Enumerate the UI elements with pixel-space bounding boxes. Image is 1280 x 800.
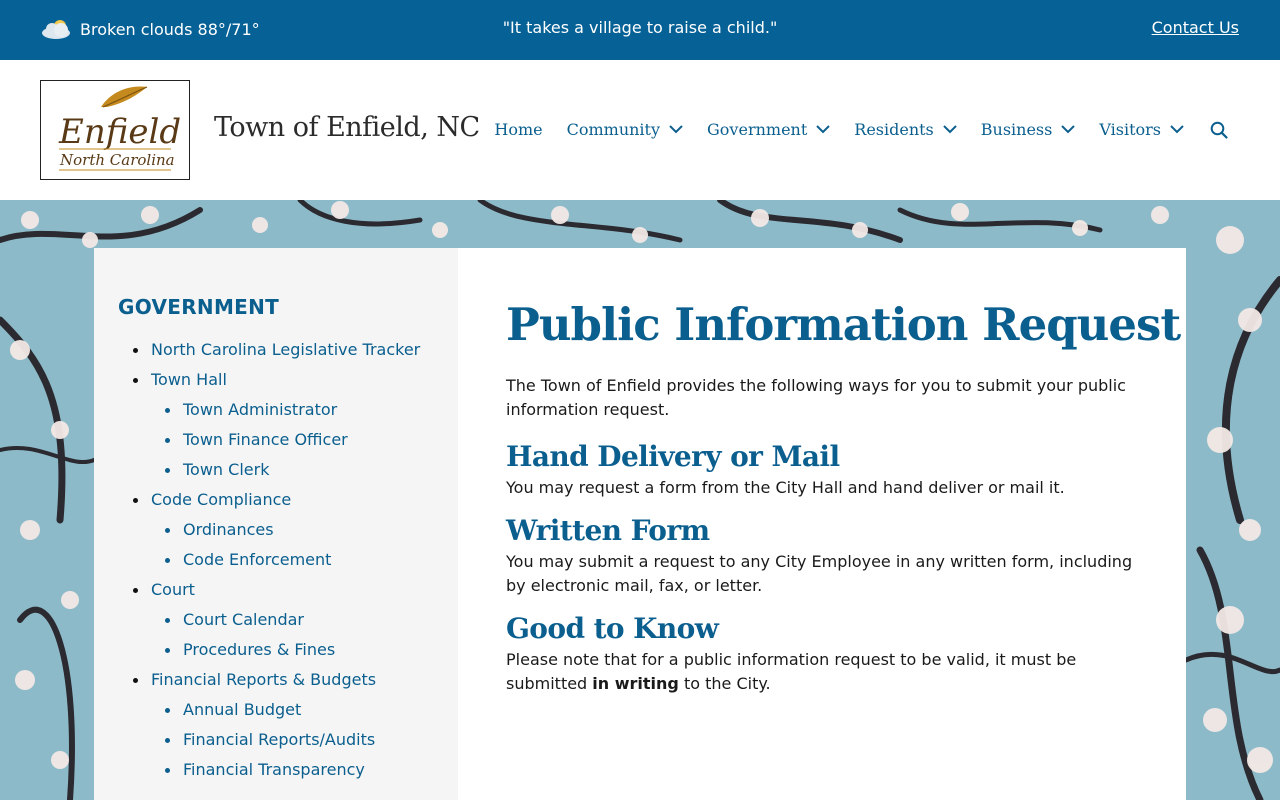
chevron-down-icon	[1170, 125, 1184, 134]
nav-business[interactable]: Business	[981, 120, 1076, 139]
sidebar-item-court[interactable]: Court	[118, 575, 458, 605]
chevron-down-icon	[1061, 125, 1076, 134]
page-title: Public Information Request	[506, 298, 1181, 351]
logo-subtitle: North Carolina	[59, 151, 175, 169]
chevron-down-icon	[816, 125, 830, 134]
main-content: Public Information Request The Town of E…	[458, 248, 1186, 800]
sidebar-item-town-hall[interactable]: Town Hall	[118, 365, 458, 395]
site-header: Enfield North Carolina Town of Enfield, …	[0, 60, 1280, 200]
top-bar: Broken clouds 88°/71° "It takes a villag…	[0, 0, 1280, 60]
nav-home[interactable]: Home	[494, 120, 542, 139]
sidebar-item-ordinances[interactable]: Ordinances	[118, 515, 458, 545]
sidebar-list: North Carolina Legislative Tracker Town …	[118, 335, 458, 785]
nav-community[interactable]: Community	[567, 120, 683, 139]
sidebar-item-legislative-tracker[interactable]: North Carolina Legislative Tracker	[118, 335, 458, 365]
section-heading-hand-delivery: Hand Delivery or Mail	[506, 440, 840, 473]
section-text-written-form: You may submit a request to any City Emp…	[506, 552, 1133, 595]
section-text-hand-delivery: You may request a form from the City Hal…	[506, 478, 1065, 497]
nav-government[interactable]: Government	[707, 120, 830, 139]
intro-paragraph: The Town of Enfield provides the followi…	[506, 376, 1126, 419]
section-heading-written-form: Written Form	[506, 514, 710, 547]
site-title[interactable]: Town of Enfield, NC	[214, 112, 480, 143]
site-logo[interactable]: Enfield North Carolina	[40, 80, 190, 180]
sidebar-item-town-administrator[interactable]: Town Administrator	[118, 395, 458, 425]
sidebar-item-court-calendar[interactable]: Court Calendar	[118, 605, 458, 635]
sidebar-item-procedures-fines[interactable]: Procedures & Fines	[118, 635, 458, 665]
sidebar-item-financial-transparency[interactable]: Financial Transparency	[118, 755, 458, 785]
sidebar-item-financial-reports-audits[interactable]: Financial Reports/Audits	[118, 725, 458, 755]
sidebar-item-annual-budget[interactable]: Annual Budget	[118, 695, 458, 725]
sidebar-item-town-clerk[interactable]: Town Clerk	[118, 455, 458, 485]
nav-residents[interactable]: Residents	[854, 120, 957, 139]
emphasis-in-writing: in writing	[592, 674, 679, 693]
contact-us-link[interactable]: Contact Us	[1152, 18, 1239, 37]
sidebar-item-code-compliance[interactable]: Code Compliance	[118, 485, 458, 515]
chevron-down-icon	[669, 125, 683, 134]
search-icon[interactable]	[1210, 121, 1228, 139]
good-to-know-text-end: to the City.	[678, 674, 771, 693]
sidebar-item-town-finance-officer[interactable]: Town Finance Officer	[118, 425, 458, 455]
logo-wordmark: Enfield	[58, 112, 181, 152]
nav-visitors[interactable]: Visitors	[1099, 120, 1184, 139]
sidebar-heading[interactable]: GOVERNMENT	[118, 295, 458, 319]
sidebar-item-code-enforcement[interactable]: Code Enforcement	[118, 545, 458, 575]
chevron-down-icon	[943, 125, 957, 134]
motto-quote: "It takes a village to raise a child."	[502, 18, 778, 37]
section-text-good-to-know: Please note that for a public informatio…	[506, 648, 1138, 696]
sidebar-item-financial-reports-budgets[interactable]: Financial Reports & Budgets	[118, 665, 458, 695]
section-heading-good-to-know: Good to Know	[506, 612, 719, 645]
main-nav: Home Community Government Residents Busi…	[470, 120, 1228, 139]
sidebar-nav: GOVERNMENT North Carolina Legislative Tr…	[94, 248, 458, 800]
